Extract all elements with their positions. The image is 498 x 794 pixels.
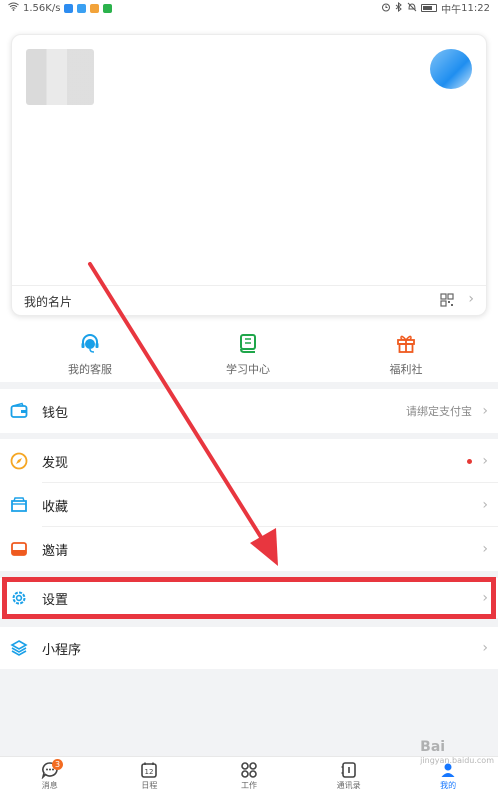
bind-alipay-hint: 请绑定支付宝: [406, 405, 472, 418]
watermark-url: jingyan.baidu.com: [420, 756, 494, 765]
nav-messages[interactable]: 3 消息: [0, 757, 100, 794]
status-period: 中午: [441, 4, 462, 16]
nav-label: 工作: [240, 781, 257, 790]
contacts-book-icon: [341, 762, 356, 778]
quick-action-label: 学习中心: [226, 363, 270, 376]
blurred-user-name: [26, 49, 94, 105]
compass-icon: [10, 452, 28, 470]
qr-code-icon[interactable]: [440, 293, 454, 307]
nav-label: 消息: [41, 781, 58, 790]
nav-label: 我的: [440, 781, 457, 790]
favorites-row[interactable]: 收藏 ›: [0, 483, 498, 527]
quick-action-learning-center[interactable]: 学习中心: [188, 332, 308, 377]
quick-action-label: 我的客服: [68, 363, 112, 376]
discover-row[interactable]: 发现 ›: [0, 439, 498, 483]
my-card-label: 我的名片: [24, 295, 73, 309]
headset-icon: [81, 334, 99, 353]
quick-action-customer-service[interactable]: 我的客服: [30, 332, 150, 377]
discover-label: 发现: [42, 455, 69, 471]
nav-contacts[interactable]: 通讯录: [299, 757, 399, 794]
status-time: 11:22: [461, 2, 490, 14]
wallet-icon: [10, 402, 28, 418]
nav-label: 日程: [141, 781, 158, 790]
calendar-icon: 12: [141, 762, 158, 778]
settings-highlight-box: [2, 577, 496, 619]
invite-label: 邀请: [42, 543, 69, 559]
folder-icon: [11, 497, 27, 512]
chevron-right-icon: ›: [482, 640, 488, 656]
chevron-right-icon: ›: [482, 541, 488, 557]
mute-icon: [407, 2, 417, 15]
chevron-right-icon: ›: [482, 497, 488, 513]
book-icon: [240, 334, 256, 353]
calendar-day-number: 12: [145, 768, 154, 776]
battery-icon: [421, 4, 438, 12]
avatar[interactable]: [430, 49, 472, 89]
chevron-right-icon: ›: [482, 453, 488, 469]
wallet-label: 钱包: [42, 405, 69, 421]
card-divider: [12, 285, 486, 286]
network-speed: 1.56K/s: [23, 2, 61, 14]
nav-label: 通讯录: [336, 781, 361, 790]
notification-dot: [467, 458, 472, 464]
grid-apps-icon: [241, 762, 257, 778]
gift-icon: [397, 335, 415, 353]
chevron-right-icon: ›: [468, 291, 474, 307]
baidu-watermark: Bai jingyan.baidu.com: [420, 740, 494, 768]
chevron-right-icon: ›: [482, 403, 488, 419]
mini-programs-row[interactable]: 小程序 ›: [0, 627, 498, 669]
watermark-brand: Bai: [420, 739, 446, 755]
notification-app-icon: [77, 3, 87, 13]
wifi-icon: [8, 2, 19, 14]
layers-icon: [10, 640, 28, 656]
alarm-icon: [381, 2, 391, 15]
quick-action-welfare[interactable]: 福利社: [346, 332, 466, 377]
invite-envelope-icon: [11, 542, 27, 556]
nav-schedule[interactable]: 12 日程: [100, 757, 200, 794]
favorites-label: 收藏: [42, 499, 69, 515]
wallet-row[interactable]: 钱包 请绑定支付宝 ›: [0, 389, 498, 433]
nav-work[interactable]: 工作: [199, 757, 299, 794]
bluetooth-icon: [395, 1, 403, 15]
invite-row[interactable]: 邀请 ›: [0, 527, 498, 571]
notification-app-icon: [90, 3, 100, 13]
unread-badge: 3: [52, 759, 63, 770]
quick-action-label: 福利社: [389, 363, 423, 376]
mini-programs-label: 小程序: [42, 642, 82, 658]
business-card[interactable]: 我的名片 ›: [11, 34, 487, 316]
notification-app-icon: [64, 3, 74, 13]
notification-app-icon: [103, 3, 113, 13]
status-bar: 1.56K/s 中午 11:22: [0, 0, 498, 16]
